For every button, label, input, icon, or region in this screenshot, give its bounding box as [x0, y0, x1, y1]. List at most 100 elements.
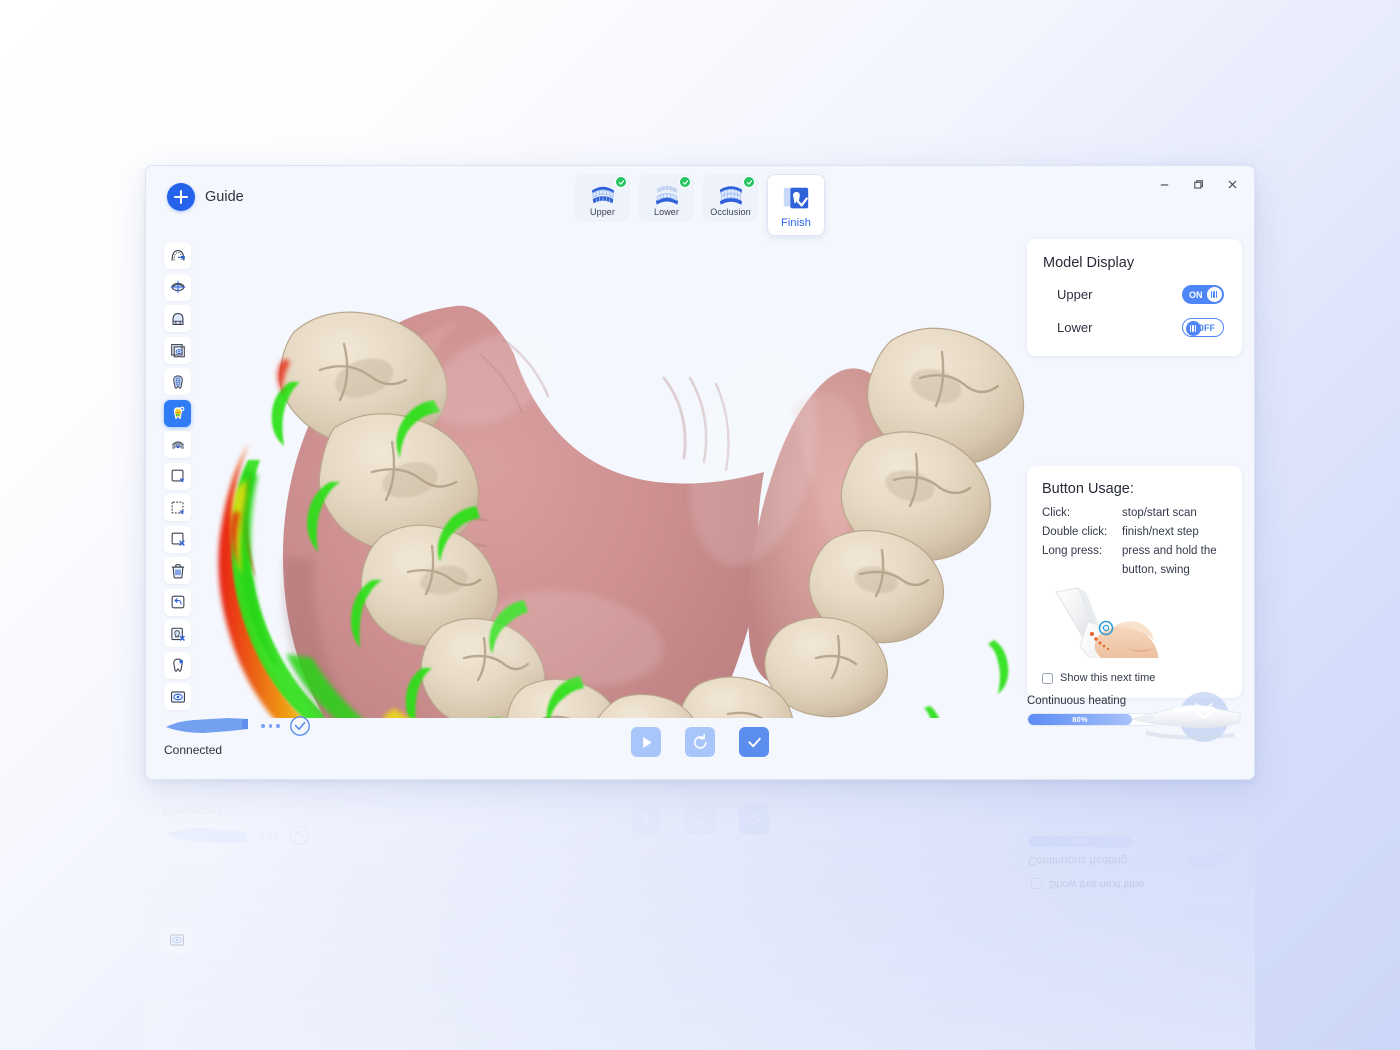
lower-visibility-toggle[interactable]: OFF	[1182, 318, 1224, 337]
connection-status-area: Connected	[164, 714, 364, 757]
reflection-bottom-controls	[631, 804, 769, 834]
toggle-label-lower: Lower	[1057, 320, 1093, 335]
tab-label: Lower	[653, 207, 679, 217]
trash-icon	[171, 563, 184, 578]
finish-tooth-icon	[783, 187, 809, 209]
scanner-wand-icon	[1128, 691, 1248, 753]
dental-arch-3d-model	[218, 305, 1055, 718]
reflection-confirm-button	[739, 804, 769, 834]
arch-axis-icon	[170, 280, 185, 294]
tab-finish[interactable]: Finish	[767, 174, 825, 236]
toggle-knob	[1206, 287, 1222, 302]
button-usage-title: Button Usage:	[1042, 481, 1134, 497]
rect-select-icon	[171, 469, 184, 483]
guide-button[interactable]: Guide	[167, 183, 244, 211]
tooth-mark-icon-button[interactable]	[164, 651, 191, 679]
check-circle-icon[interactable]	[289, 715, 311, 737]
lasso-select-icon	[171, 501, 184, 514]
connection-status-label: Connected	[164, 743, 223, 757]
reflection-show-next-row: Show this next time	[1028, 878, 1243, 890]
button-usage-panel: Button Usage: Click: stop/start scan Dou…	[1027, 466, 1242, 698]
trash-icon-button[interactable]	[164, 557, 191, 584]
connection-dots	[261, 724, 280, 728]
tooth-heatmap-icon-button[interactable]	[164, 399, 191, 427]
reflection-dots	[260, 833, 279, 837]
deselect-icon-button[interactable]	[164, 525, 191, 553]
usage-value-continuation: button, swing	[1122, 564, 1190, 576]
eye-visibility-icon-button[interactable]	[164, 683, 191, 710]
bottom-controls	[631, 727, 769, 757]
tab-label: Occlusion	[710, 207, 751, 217]
arch-trim-icon-button[interactable]	[164, 242, 191, 269]
model-display-row-upper: Upper ON	[1043, 285, 1226, 304]
upper-visibility-toggle[interactable]: ON	[1182, 285, 1224, 304]
play-button[interactable]	[631, 727, 661, 757]
reflection-scanner-wand-icon	[1129, 803, 1249, 870]
tooth-texture-icon-button[interactable]	[164, 368, 191, 395]
upper-arch-icon	[591, 186, 614, 204]
toggle-state-upper: ON	[1189, 289, 1203, 300]
check-icon	[747, 737, 761, 747]
guide-label: Guide	[205, 189, 244, 205]
tooth-texture-icon	[172, 374, 183, 389]
reflection-wand-icon	[165, 828, 247, 843]
tab-occlusion[interactable]: Occlusion	[703, 174, 758, 222]
tooth-card-delete-icon-button[interactable]	[164, 620, 191, 647]
confirm-button[interactable]	[739, 727, 769, 757]
arch-align-icon-button[interactable]	[164, 431, 191, 458]
tab-lower[interactable]: Lower	[639, 174, 694, 222]
chevron-down-icon	[1195, 841, 1215, 852]
eye-visibility-icon	[169, 934, 184, 947]
arch-model-icon-button[interactable]	[164, 305, 191, 332]
undo-circular-icon	[693, 733, 707, 749]
arch-trim-icon	[171, 249, 185, 261]
lower-arch-icon	[655, 185, 678, 205]
hand-holding-scanner-wand-illustration	[1042, 582, 1228, 678]
continuous-heating-area: Continuous heating 80%	[1027, 692, 1242, 757]
window-controls	[1150, 172, 1246, 196]
reflection-check-circle-icon	[288, 825, 309, 845]
minimize-button[interactable]	[1150, 172, 1178, 196]
rect-select-icon-button[interactable]	[164, 462, 191, 490]
arch-axis-icon-button[interactable]	[164, 273, 191, 301]
tooth-mark-icon	[172, 658, 183, 672]
reflection-checkbox-box	[1031, 878, 1042, 890]
occlusion-arch-icon	[719, 186, 742, 205]
tooth-heatmap-icon	[173, 406, 184, 419]
completed-check-icon	[743, 176, 755, 188]
3d-dental-model-viewport[interactable]	[194, 228, 1154, 718]
usage-key: Long press:	[1042, 545, 1103, 557]
restore-button[interactable]	[1184, 172, 1212, 196]
heating-percent-text: 80%	[1072, 715, 1088, 724]
show-this-next-time-checkbox[interactable]: Show this next time	[1042, 672, 1155, 684]
window-reflection: Connected Continuous heating 80% Show th…	[145, 782, 1255, 1050]
model-display-title: Model Display	[1043, 255, 1135, 271]
usage-row-click: Click: stop/start scan	[1042, 507, 1228, 519]
tab-upper[interactable]: Upper	[575, 174, 630, 222]
usage-key: Click:	[1042, 507, 1071, 519]
deselect-icon	[171, 532, 185, 546]
reflection-surface: Connected Continuous heating 80% Show th…	[145, 782, 1255, 1050]
tab-label: Upper	[589, 207, 615, 217]
checkbox-box[interactable]	[1042, 672, 1053, 684]
undo-icon-button[interactable]	[164, 588, 191, 616]
image-preview-icon-button[interactable]	[164, 336, 191, 364]
completed-check-icon	[615, 176, 627, 188]
reset-button[interactable]	[685, 727, 715, 757]
plus-circle-icon[interactable]	[167, 183, 195, 211]
undo-icon	[171, 595, 184, 609]
reflection-reset-button	[685, 804, 715, 834]
close-button[interactable]	[1218, 172, 1246, 196]
reflection-heating-label: Continuous heating	[1028, 854, 1128, 866]
image-preview-icon	[170, 344, 185, 358]
lasso-select-icon-button[interactable]	[164, 494, 191, 521]
usage-row-double-click: Double click: finish/next step	[1042, 526, 1228, 538]
heating-progress-fill: 80%	[1028, 714, 1132, 725]
left-toolbar	[164, 242, 191, 710]
arch-model-icon	[172, 312, 183, 325]
model-display-row-lower: Lower OFF	[1043, 318, 1226, 337]
usage-row-long-press: Long press: press and hold the	[1042, 545, 1228, 557]
tab-label: Finish	[781, 217, 811, 229]
usage-value: finish/next step	[1122, 526, 1199, 538]
completed-check-icon	[679, 176, 691, 188]
